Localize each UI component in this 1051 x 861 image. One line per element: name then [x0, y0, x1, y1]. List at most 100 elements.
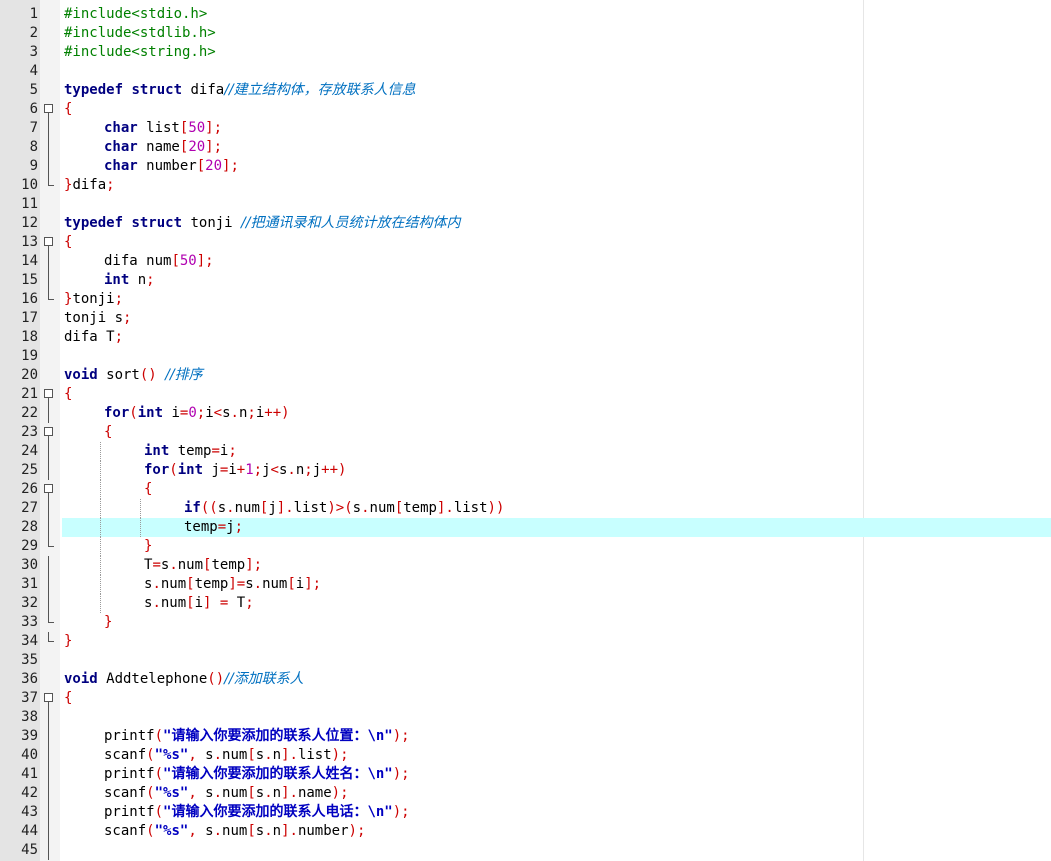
- code-line[interactable]: 20 void sort() //排序: [0, 366, 1051, 385]
- code-text[interactable]: difa T;: [64, 328, 123, 347]
- code-line[interactable]: 16 }tonji;: [0, 290, 1051, 309]
- code-line[interactable]: 23 {: [0, 423, 1051, 442]
- code-text[interactable]: }: [144, 537, 152, 556]
- code-text[interactable]: printf("请输入你要添加的联系人电话：\n");: [104, 803, 410, 822]
- line-number[interactable]: 5: [0, 81, 38, 100]
- code-line[interactable]: 35: [0, 651, 1051, 670]
- line-number[interactable]: 39: [0, 727, 38, 746]
- fold-toggle-icon[interactable]: [44, 423, 56, 442]
- code-text[interactable]: typedef struct difa//建立结构体，存放联系人信息: [64, 81, 416, 100]
- code-line[interactable]: 28 temp=j;: [0, 518, 1051, 537]
- code-line[interactable]: 27 if((s.num[j].list)>(s.num[temp].list)): [0, 499, 1051, 518]
- code-text[interactable]: void Addtelephone()//添加联系人: [64, 670, 304, 689]
- code-line[interactable]: 44 scanf("%s", s.num[s.n].number);: [0, 822, 1051, 841]
- code-line[interactable]: 2 #include<stdlib.h>: [0, 24, 1051, 43]
- line-number[interactable]: 34: [0, 632, 38, 651]
- line-number[interactable]: 35: [0, 651, 38, 670]
- code-text[interactable]: s.num[i] = T;: [144, 594, 254, 613]
- code-text[interactable]: scanf("%s", s.num[s.n].name);: [104, 784, 349, 803]
- code-editor[interactable]: 1 #include<stdio.h> 2 #include<stdlib.h> 3 #i…: [0, 0, 1051, 861]
- line-number[interactable]: 8: [0, 138, 38, 157]
- line-number[interactable]: 26: [0, 480, 38, 499]
- code-line[interactable]: 22 for(int i=0;i<s.n;i++): [0, 404, 1051, 423]
- code-text[interactable]: char number[20];: [104, 157, 239, 176]
- code-text[interactable]: }: [64, 632, 72, 651]
- code-line[interactable]: 24 int temp=i;: [0, 442, 1051, 461]
- line-number[interactable]: 21: [0, 385, 38, 404]
- code-line[interactable]: 7 char list[50];: [0, 119, 1051, 138]
- line-number[interactable]: 4: [0, 62, 38, 81]
- code-line[interactable]: 18 difa T;: [0, 328, 1051, 347]
- code-text[interactable]: {: [64, 100, 72, 119]
- fold-toggle-icon[interactable]: [44, 100, 56, 119]
- code-text[interactable]: int temp=i;: [144, 442, 237, 461]
- code-text[interactable]: T=s.num[temp];: [144, 556, 262, 575]
- line-number[interactable]: 30: [0, 556, 38, 575]
- line-number[interactable]: 2: [0, 24, 38, 43]
- code-line[interactable]: 6{: [0, 100, 1051, 119]
- line-number[interactable]: 16: [0, 290, 38, 309]
- code-text[interactable]: void sort() //排序: [64, 366, 203, 385]
- line-number[interactable]: 31: [0, 575, 38, 594]
- line-number[interactable]: 13: [0, 233, 38, 252]
- fold-toggle-icon[interactable]: [44, 480, 56, 499]
- code-text[interactable]: typedef struct tonji //把通讯录和人员统计放在结构体内: [64, 214, 460, 233]
- code-text[interactable]: scanf("%s", s.num[s.n].number);: [104, 822, 365, 841]
- code-text[interactable]: printf("请输入你要添加的联系人位置：\n");: [104, 727, 410, 746]
- line-number[interactable]: 15: [0, 271, 38, 290]
- line-number[interactable]: 38: [0, 708, 38, 727]
- line-number[interactable]: 10: [0, 176, 38, 195]
- code-line[interactable]: 34}: [0, 632, 1051, 651]
- code-line[interactable]: 11: [0, 195, 1051, 214]
- code-line[interactable]: 10 }difa;: [0, 176, 1051, 195]
- code-line[interactable]: 37 {: [0, 689, 1051, 708]
- code-text[interactable]: char name[20];: [104, 138, 222, 157]
- code-line[interactable]: 17 tonji s;: [0, 309, 1051, 328]
- line-number[interactable]: 19: [0, 347, 38, 366]
- line-number[interactable]: 11: [0, 195, 38, 214]
- line-number[interactable]: 12: [0, 214, 38, 233]
- code-text[interactable]: for(int i=0;i<s.n;i++): [104, 404, 290, 423]
- code-line[interactable]: 21 {: [0, 385, 1051, 404]
- code-line[interactable]: 43 printf("请输入你要添加的联系人电话：\n");: [0, 803, 1051, 822]
- line-number[interactable]: 14: [0, 252, 38, 271]
- line-number[interactable]: 23: [0, 423, 38, 442]
- line-number[interactable]: 33: [0, 613, 38, 632]
- code-line[interactable]: 41 printf("请输入你要添加的联系人姓名：\n");: [0, 765, 1051, 784]
- code-line[interactable]: 1 #include<stdio.h>: [0, 5, 1051, 24]
- code-line[interactable]: 12 typedef struct tonji //把通讯录和人员统计放在结构体内: [0, 214, 1051, 233]
- code-line[interactable]: 5 typedef struct difa//建立结构体，存放联系人信息: [0, 81, 1051, 100]
- line-number[interactable]: 18: [0, 328, 38, 347]
- code-text[interactable]: printf("请输入你要添加的联系人姓名：\n");: [104, 765, 410, 784]
- line-number[interactable]: 43: [0, 803, 38, 822]
- code-text[interactable]: #include<stdio.h>: [64, 5, 207, 24]
- code-text[interactable]: tonji s;: [64, 309, 131, 328]
- code-line[interactable]: 40 scanf("%s", s.num[s.n].list);: [0, 746, 1051, 765]
- line-number[interactable]: 9: [0, 157, 38, 176]
- code-text[interactable]: s.num[temp]=s.num[i];: [144, 575, 321, 594]
- code-text[interactable]: char list[50];: [104, 119, 222, 138]
- code-text[interactable]: }tonji;: [64, 290, 123, 309]
- code-line[interactable]: 9 char number[20];: [0, 157, 1051, 176]
- line-number[interactable]: 44: [0, 822, 38, 841]
- fold-toggle-icon[interactable]: [44, 233, 56, 252]
- code-line[interactable]: 19: [0, 347, 1051, 366]
- line-number[interactable]: 42: [0, 784, 38, 803]
- code-line[interactable]: 29}: [0, 537, 1051, 556]
- code-line[interactable]: 32 s.num[i] = T;: [0, 594, 1051, 613]
- code-text[interactable]: }: [104, 613, 112, 632]
- line-number[interactable]: 20: [0, 366, 38, 385]
- code-line[interactable]: 15 int n;: [0, 271, 1051, 290]
- line-number[interactable]: 41: [0, 765, 38, 784]
- code-line[interactable]: 31 s.num[temp]=s.num[i];: [0, 575, 1051, 594]
- code-text[interactable]: temp=j;: [184, 518, 243, 537]
- code-line[interactable]: 36 void Addtelephone()//添加联系人: [0, 670, 1051, 689]
- code-line[interactable]: 39 printf("请输入你要添加的联系人位置：\n");: [0, 727, 1051, 746]
- code-lines[interactable]: 1 #include<stdio.h> 2 #include<stdlib.h> 3 #i…: [0, 5, 1051, 860]
- fold-toggle-icon[interactable]: [44, 385, 56, 404]
- code-text[interactable]: }difa;: [64, 176, 115, 195]
- code-text[interactable]: for(int j=i+1;j<s.n;j++): [144, 461, 346, 480]
- code-line[interactable]: 26 {: [0, 480, 1051, 499]
- line-number[interactable]: 1: [0, 5, 38, 24]
- code-text[interactable]: if((s.num[j].list)>(s.num[temp].list)): [184, 499, 504, 518]
